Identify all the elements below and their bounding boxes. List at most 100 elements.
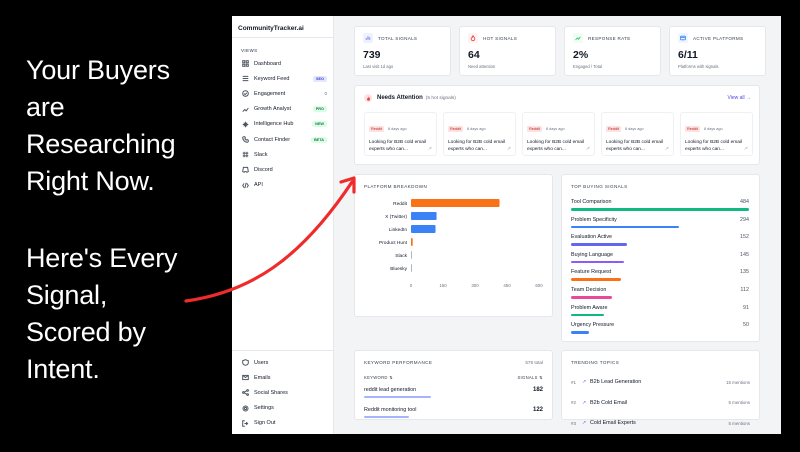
sidebar-item-growth-analyst[interactable]: Growth Analyst PRO	[232, 102, 333, 117]
stat-subtext: Engaged / Total	[573, 64, 603, 69]
platform-tag: Reddit	[448, 126, 463, 132]
platform-tag: Reddit	[369, 126, 384, 132]
headline-bottom: Here's Every Signal, Scored by Intent.	[26, 240, 177, 388]
buying-signal-row[interactable]: Tool Comparison 484	[571, 198, 749, 216]
signal-excerpt: Looking for B2B cold email experts who c…	[527, 140, 585, 152]
x-tick-label: 300	[471, 283, 479, 288]
buying-signal-row[interactable]: Problem Specificity 294	[571, 216, 749, 234]
stat-value: 64	[468, 49, 480, 61]
active-platforms-card[interactable]: ACTIVE PLATFORMS 6/11 Platforms with signa…	[669, 26, 766, 76]
keyword-signals: 182	[532, 387, 543, 393]
signal-name: Problem Aware	[571, 304, 608, 311]
sidebar-item-label: Users	[254, 359, 269, 366]
keyword-row[interactable]: reddit lead generation 182	[364, 387, 543, 405]
external-link-icon[interactable]: ↗	[507, 146, 511, 152]
headline-line: are	[26, 92, 65, 122]
sidebar-item-emails[interactable]: Emails	[232, 370, 333, 385]
sidebar-item-label: Settings	[254, 405, 274, 412]
view-all-link[interactable]: View all →	[727, 95, 751, 101]
sidebar-badge: PRO	[312, 106, 327, 113]
headline-line: Signal,	[26, 280, 108, 310]
signal-count: 152	[740, 234, 749, 241]
external-link-icon[interactable]: ↗	[586, 146, 590, 152]
external-link-icon[interactable]: ↗	[744, 146, 748, 152]
buying-signal-row[interactable]: Problem Aware 91	[571, 304, 749, 322]
bar-reddit[interactable]	[411, 199, 500, 207]
signal-name: Tool Comparison	[571, 199, 612, 205]
sidebar-item-sign-out[interactable]: Sign Out	[232, 416, 333, 431]
trending-topic-row[interactable]: #3 ↗ Cold Email Experts 5 mentions	[571, 417, 750, 429]
sidebar-item-settings[interactable]: Settings	[232, 401, 333, 416]
logout-icon	[241, 419, 249, 427]
sidebar-item-label: Social Shares	[254, 389, 288, 396]
keyword-bar	[364, 396, 432, 398]
time-ago: 8 days ago	[624, 127, 644, 131]
category-label: Bluesky	[390, 266, 407, 272]
signal-count: 135	[740, 269, 749, 276]
stat-value: 739	[363, 49, 381, 61]
sidebar-item-discord[interactable]: Discord	[232, 162, 333, 177]
headline-top: Your Buyers are Researching Right Now.	[26, 52, 176, 200]
attention-card[interactable]: Reddit 8 days ago Looking for B2B cold ema…	[680, 112, 753, 156]
discord-icon	[241, 166, 249, 174]
keyword-row[interactable]: Reddit monitoring tool 122	[364, 407, 543, 425]
stat-label: TOTAL SIGNALS	[378, 36, 418, 41]
sidebar-item-keyword-feed[interactable]: Keyword Feed SEO	[232, 71, 333, 86]
hot-signals-card[interactable]: HOT SIGNALS 64 Need attention	[459, 26, 556, 76]
buying-signal-row[interactable]: Feature Request 135	[571, 268, 749, 286]
response-rate-card[interactable]: RESPONSE RATE 2% Engaged / Total	[564, 26, 661, 76]
keyword-total: 578 total	[525, 360, 543, 365]
sidebar-count: 0	[324, 91, 327, 97]
external-link-icon[interactable]: ↗	[428, 146, 432, 152]
sidebar-item-intelligence-hub[interactable]: Intelligence Hub NEW	[232, 117, 333, 132]
sidebar-item-api[interactable]: API	[232, 178, 333, 193]
attention-cards: Reddit 8 days ago Looking for B2B cold ema…	[364, 112, 753, 156]
trending-topic-row[interactable]: #2 ↗ B2b Cold Email 5 mentions	[571, 397, 750, 409]
signal-count: 112	[740, 286, 749, 293]
sidebar-item-label: Growth Analyst	[254, 106, 291, 113]
attention-card[interactable]: Reddit 8 days ago Looking for B2B cold ema…	[364, 112, 437, 156]
bar-slack[interactable]	[411, 251, 412, 259]
time-ago: 8 days ago	[703, 127, 723, 131]
category-label: Slack	[395, 253, 407, 259]
attention-card[interactable]: Reddit 8 days ago Looking for B2B cold ema…	[522, 112, 595, 156]
attention-card[interactable]: Reddit 8 days ago Looking for B2B cold ema…	[443, 112, 516, 156]
trend-up-icon: ↗	[582, 399, 587, 406]
sidebar-item-slack[interactable]: Slack	[232, 147, 333, 162]
bar-linkedin[interactable]	[411, 225, 436, 233]
headline-line: Intent.	[26, 354, 100, 384]
sidebar-item-contact-finder[interactable]: Contact Finder BETA	[232, 132, 333, 147]
buying-signal-row[interactable]: Team Decision 112	[571, 286, 749, 304]
total-signals-card[interactable]: TOTAL SIGNALS 739 Last visit 1d ago	[354, 26, 451, 76]
sidebar-item-users[interactable]: Users	[232, 355, 333, 370]
category-label: X (Twitter)	[385, 214, 407, 220]
signal-bar	[571, 208, 749, 211]
sidebar-item-label: Intelligence Hub	[254, 121, 294, 128]
keyword-column-header[interactable]: KEYWORD ⇅	[364, 375, 393, 380]
time-ago: 8 days ago	[387, 127, 407, 131]
attention-card[interactable]: Reddit 8 days ago Looking for B2B cold ema…	[601, 112, 674, 156]
time-ago: 8 days ago	[545, 127, 565, 131]
bar-chart-icon	[363, 33, 373, 43]
signal-excerpt: Looking for B2B cold email experts who c…	[448, 140, 506, 152]
sidebar-item-label: Contact Finder	[254, 136, 291, 143]
signals-column-header[interactable]: SIGNALS ⇅	[517, 375, 543, 380]
buying-signal-row[interactable]: Urgency Pressure 50	[571, 321, 749, 339]
external-link-icon[interactable]: ↗	[665, 146, 669, 152]
sidebar-item-label: Dashboard	[254, 60, 281, 67]
bar-bluesky[interactable]	[411, 264, 412, 272]
sidebar-item-social-shares[interactable]: Social Shares	[232, 385, 333, 400]
sidebar-item-engagement[interactable]: Engagement 0	[232, 86, 333, 101]
signal-name: Urgency Pressure	[571, 322, 615, 329]
bar-x-twitter-[interactable]	[411, 212, 437, 220]
sidebar-item-dashboard[interactable]: Dashboard	[232, 56, 333, 71]
trend-up-icon: ↗	[582, 379, 587, 385]
buying-signal-row[interactable]: Evaluation Active 152	[571, 233, 749, 251]
trending-topic-row[interactable]: #1 ↗ B2b Lead Generation 15 mentions	[571, 376, 750, 388]
bar-product-hunt[interactable]	[411, 238, 413, 246]
keyword-table-header: KEYWORD ⇅ SIGNALS ⇅	[364, 375, 543, 380]
signal-name: Team Decision	[571, 286, 607, 293]
stat-label: RESPONSE RATE	[588, 36, 631, 41]
buying-signal-row[interactable]: Buying Language 145	[571, 251, 749, 269]
brand-name[interactable]: CommunityTracker.ai	[232, 16, 333, 38]
